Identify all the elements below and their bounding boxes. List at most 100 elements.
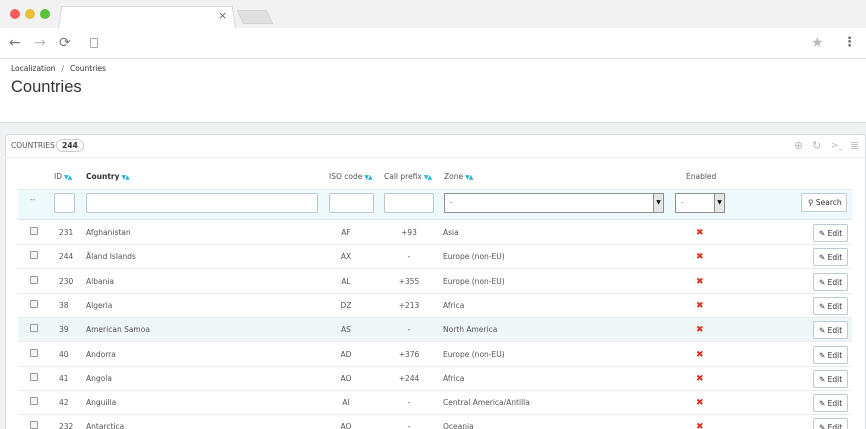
filter-id-input[interactable] xyxy=(54,193,75,213)
search-button[interactable]: ⚲ Search xyxy=(801,193,847,212)
cell-iso-code: AL xyxy=(341,277,351,286)
cell-iso-code: AF xyxy=(341,228,351,237)
panel-divider xyxy=(5,157,865,158)
reload-icon[interactable]: ⟳ xyxy=(59,35,71,51)
refresh-icon[interactable]: ↻ xyxy=(812,139,821,152)
disabled-cross-icon[interactable]: ✖ xyxy=(696,374,704,384)
bookmark-star-icon[interactable]: ★ xyxy=(811,35,824,51)
cell-zone: Oceania xyxy=(443,422,474,429)
edit-button[interactable]: ✎ Edit xyxy=(813,346,848,364)
cell-zone: Africa xyxy=(443,374,465,383)
edit-button[interactable]: ✎ Edit xyxy=(813,297,848,315)
disabled-cross-icon[interactable]: ✖ xyxy=(696,277,704,287)
edit-button[interactable]: ✎ Edit xyxy=(813,224,848,242)
filter-iso-input[interactable] xyxy=(329,193,374,213)
edit-button[interactable]: ✎ Edit xyxy=(813,418,848,429)
row-checkbox[interactable] xyxy=(30,324,38,332)
table-row[interactable] xyxy=(18,415,852,429)
page-header xyxy=(0,59,866,123)
filter-country-input[interactable] xyxy=(86,193,318,213)
sort-arrows-icon[interactable]: ▼▲ xyxy=(424,174,432,181)
edit-label: Edit xyxy=(827,302,843,311)
cell-id: 42 xyxy=(59,398,69,407)
filter-enabled-select[interactable]: - ▼ xyxy=(675,193,725,213)
forward-arrow-icon[interactable]: → xyxy=(34,35,46,51)
cell-zone: Asia xyxy=(443,228,459,237)
tab-close-icon[interactable]: × xyxy=(218,9,227,22)
row-checkbox[interactable] xyxy=(30,421,38,429)
breadcrumb-localization[interactable]: Localization xyxy=(11,64,55,73)
panel-heading: COUNTRIES xyxy=(11,141,55,150)
row-checkbox[interactable] xyxy=(30,373,38,381)
edit-label: Edit xyxy=(827,399,843,408)
minimize-window-button[interactable] xyxy=(25,9,35,19)
disabled-cross-icon[interactable]: ✖ xyxy=(696,398,704,408)
edit-label: Edit xyxy=(827,278,843,287)
cell-call-prefix: - xyxy=(407,325,411,334)
sort-arrows-icon[interactable]: ▼▲ xyxy=(122,174,130,181)
disabled-cross-icon[interactable]: ✖ xyxy=(696,301,704,311)
column-header-call-prefix: Call prefix ▼▲ xyxy=(384,172,432,181)
pencil-icon: ✎ xyxy=(819,278,828,287)
cell-country: Albania xyxy=(86,277,115,286)
cell-iso-code: AS xyxy=(341,325,351,334)
cell-zone: North America xyxy=(443,325,498,334)
column-header-zone: Zone ▼▲ xyxy=(444,172,473,181)
row-checkbox[interactable] xyxy=(30,251,38,259)
cell-id: 230 xyxy=(59,277,74,286)
cell-country: Antarctica xyxy=(86,422,125,429)
row-checkbox[interactable] xyxy=(30,397,38,405)
table-row[interactable] xyxy=(18,294,852,318)
edit-label: Edit xyxy=(827,351,843,360)
cell-call-prefix: - xyxy=(407,252,411,261)
disabled-cross-icon[interactable]: ✖ xyxy=(696,252,704,262)
edit-button[interactable]: ✎ Edit xyxy=(813,394,848,412)
column-header-id: ID ▼▲ xyxy=(54,172,72,181)
table-row[interactable] xyxy=(18,245,852,269)
maximize-window-button[interactable] xyxy=(40,9,50,19)
filter-zone-select[interactable]: - ▼ xyxy=(444,193,664,213)
sort-arrows-icon[interactable]: ▼▲ xyxy=(364,174,372,181)
cell-call-prefix: - xyxy=(407,398,411,407)
table-row[interactable] xyxy=(18,367,852,391)
table-row[interactable] xyxy=(18,343,852,367)
disabled-cross-icon[interactable]: ✖ xyxy=(696,350,704,360)
edit-button[interactable]: ✎ Edit xyxy=(813,370,848,388)
cell-iso-code: AX xyxy=(340,252,352,261)
close-window-button[interactable] xyxy=(10,9,20,19)
disabled-cross-icon[interactable]: ✖ xyxy=(696,228,704,238)
new-tab-button[interactable] xyxy=(236,10,274,24)
cell-iso-code: AI xyxy=(342,398,350,407)
edit-label: Edit xyxy=(827,375,843,384)
row-checkbox[interactable] xyxy=(30,276,38,284)
export-database-icon[interactable]: ≣ xyxy=(850,139,859,152)
browser-menu-icon[interactable]: ⋮ xyxy=(843,35,856,50)
sql-query-icon[interactable]: >_ xyxy=(831,141,843,151)
cell-id: 244 xyxy=(59,252,74,261)
row-checkbox[interactable] xyxy=(30,300,38,308)
disabled-cross-icon[interactable]: ✖ xyxy=(696,325,704,335)
table-row[interactable] xyxy=(18,221,852,245)
table-row[interactable] xyxy=(18,391,852,415)
row-checkbox[interactable] xyxy=(30,349,38,357)
edit-label: Edit xyxy=(827,423,843,429)
cell-call-prefix: +213 xyxy=(398,301,420,310)
disabled-cross-icon[interactable]: ✖ xyxy=(696,422,704,429)
edit-button[interactable]: ✎ Edit xyxy=(813,248,848,266)
sort-arrows-icon[interactable]: ▼▲ xyxy=(64,174,72,181)
cell-country: Anguilla xyxy=(86,398,117,407)
edit-button[interactable]: ✎ Edit xyxy=(813,321,848,339)
browser-tab[interactable] xyxy=(58,5,236,29)
table-row[interactable] xyxy=(18,270,852,294)
row-checkbox[interactable] xyxy=(30,227,38,235)
pencil-icon: ✎ xyxy=(819,351,828,360)
back-arrow-icon[interactable]: ← xyxy=(9,35,21,51)
cell-zone: Africa xyxy=(443,301,465,310)
add-new-icon[interactable]: ⊕ xyxy=(794,139,803,152)
sort-arrows-icon[interactable]: ▼▲ xyxy=(465,174,473,181)
column-header-country: Country ▼▲ xyxy=(86,172,130,181)
edit-button[interactable]: ✎ Edit xyxy=(813,273,848,291)
cell-call-prefix: +93 xyxy=(401,228,417,237)
breadcrumb-separator: / xyxy=(61,64,64,73)
filter-call-prefix-input[interactable] xyxy=(384,193,434,213)
